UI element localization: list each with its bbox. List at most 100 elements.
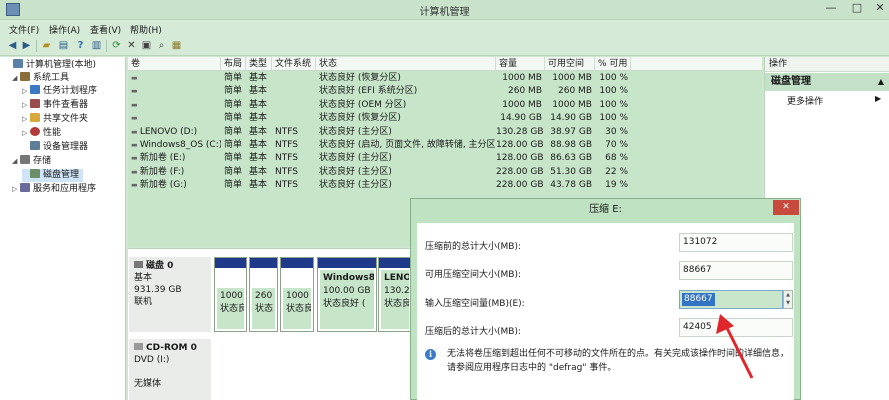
device-manager-icon (30, 141, 40, 150)
refresh-icon[interactable]: ⟳ (110, 39, 123, 52)
table-row[interactable]: ▬ 新加卷 (F:) 简单 基本 NTFS 状态良好 (主分区) 228.00 GB 51.… (128, 166, 762, 179)
dialog-close-button[interactable]: ✕ (773, 200, 799, 215)
cell-type: 基本 (249, 86, 268, 97)
menu-action[interactable]: 操作(A) (49, 23, 80, 36)
properties-icon[interactable]: ▣ (140, 39, 153, 52)
cell-percent-free: 100 % (599, 73, 628, 83)
column-header-filesystem[interactable]: 文件系统 (272, 57, 316, 71)
expand-icon[interactable]: ▷ (22, 99, 30, 112)
cell-percent-free: 100 % (599, 113, 628, 124)
column-header-volume[interactable]: 卷 (128, 57, 221, 71)
volume-name: 新加卷 (F:) (139, 166, 185, 177)
collapse-up-icon[interactable]: ▲ (878, 73, 884, 91)
cell-free-space: 88.98 GB (550, 140, 592, 150)
expand-icon[interactable]: ▷ (22, 127, 30, 140)
table-row[interactable]: ▬ 简单 基本 状态良好 (恢复分区) 1000 MB 1000 MB 100 % (128, 72, 762, 85)
cell-filesystem (272, 99, 316, 112)
disk-0-title: 磁盘 0 (146, 261, 174, 271)
column-header-free-space[interactable]: 可用空间 (545, 57, 595, 71)
tree-item-services-applications[interactable]: ▷ 服务和应用程序 (12, 183, 96, 196)
column-header-type[interactable]: 类型 (246, 57, 272, 71)
delete-icon[interactable]: ✕ (125, 39, 138, 52)
column-header-percent-free[interactable]: % 可用 (595, 57, 631, 71)
cell-percent-free: 68 % (605, 153, 628, 164)
partition-bar (250, 258, 277, 268)
help-icon[interactable]: ? (74, 39, 87, 52)
disk-0-type: 基本 (134, 273, 153, 283)
tree-item-disk-management[interactable]: 磁盘管理 (22, 169, 84, 182)
cell-capacity: 14.90 GB (500, 113, 542, 124)
cell-status: 状态良好 (主分区) (319, 180, 392, 191)
cell-layout: 简单 (224, 140, 243, 150)
tree-item-system-tools[interactable]: ◢ 系统工具 (12, 72, 69, 85)
event-viewer-icon (30, 99, 40, 108)
volume-name: 新加卷 (E:) (139, 153, 186, 164)
settings-icon[interactable]: ▦ (170, 39, 183, 52)
expand-icon[interactable]: ▷ (22, 113, 30, 126)
table-row[interactable]: ▬ 简单 基本 状态良好 (恢复分区) 14.90 GB 14.90 GB 100 % (128, 112, 762, 125)
disk-icon (134, 261, 143, 268)
column-header-capacity[interactable]: 容量 (496, 57, 545, 71)
partition-bar (215, 258, 246, 268)
search-icon[interactable]: ⌕ (155, 39, 168, 52)
partition-size: 260 I (255, 291, 275, 301)
action-section-disk-management[interactable]: 磁盘管理 ▲ (765, 73, 889, 91)
disk-0-partition-oem[interactable]: 1000 N 状态良 (280, 257, 314, 332)
cell-filesystem: NTFS (275, 153, 298, 164)
table-row[interactable]: ▬ 新加卷 (G:) 简单 基本 NTFS 状态良好 (主分区) 228.00 GB 43.… (128, 179, 762, 192)
up-folder-icon[interactable]: ▰ (40, 39, 53, 52)
spin-up-icon[interactable]: ▲ (784, 291, 792, 299)
spin-down-icon[interactable]: ▼ (784, 299, 792, 307)
column-header-status[interactable]: 状态 (316, 57, 496, 71)
disk-0-info[interactable]: 磁盘 0 基本 931.39 GB 联机 (129, 257, 211, 332)
menu-view[interactable]: 查看(V) (90, 23, 121, 36)
cell-filesystem: NTFS (275, 140, 298, 150)
forward-icon[interactable]: ▶ (20, 39, 33, 52)
cdrom-0-info[interactable]: CD-ROM 0 DVD (I:) 无媒体 (129, 339, 211, 400)
shrink-amount-value: 88667 (682, 293, 715, 306)
expand-icon[interactable]: ▷ (22, 85, 30, 98)
cell-type: 基本 (249, 113, 268, 124)
tree-item-label: 任务计划程序 (43, 86, 98, 96)
menu-bar: 文件(F) 操作(A) 查看(V) 帮助(H) (0, 20, 889, 37)
table-row[interactable]: ▬ LENOVO (D:) 简单 基本 NTFS 状态良好 (主分区) 130.28 GB… (128, 126, 762, 139)
tree-item-shared-folders[interactable]: ▷ 共享文件夹 (22, 113, 88, 126)
tree-item-label: 磁盘管理 (43, 170, 80, 180)
tree-item-label: 存储 (33, 156, 52, 166)
cell-type: 基本 (249, 180, 268, 191)
tree-item-device-manager[interactable]: 设备管理器 (22, 141, 88, 154)
disk-0-partition-recovery[interactable]: 1000 N 状态良 (214, 257, 247, 332)
partition-status: 状态良 (220, 304, 244, 314)
collapse-icon[interactable]: ◢ (12, 155, 20, 168)
cell-status: 状态良好 (恢复分区) (319, 73, 401, 83)
volume-icon: ▬ (131, 167, 140, 176)
console-icon[interactable]: ▥ (90, 39, 103, 52)
disk-0-partition-lenovo[interactable]: LENOV 130.28 状态良 (378, 257, 412, 332)
show-hide-tree-icon[interactable]: ▤ (57, 39, 70, 52)
close-icon[interactable]: ✕ (866, 0, 889, 18)
menu-help[interactable]: 帮助(H) (130, 23, 162, 36)
collapse-icon[interactable]: ◢ (12, 72, 20, 85)
tree-item-computer-management[interactable]: 计算机管理(本地) (5, 59, 96, 72)
shrink-amount-spinner[interactable]: ▲ ▼ (783, 290, 793, 309)
disk-0-partition-windows[interactable]: Windows8_ 100.00 GB 状态良好 ( (317, 257, 377, 332)
more-actions-link[interactable]: 更多操作 (787, 94, 823, 107)
shrink-amount-input[interactable]: 88667 (679, 290, 783, 309)
chevron-right-icon[interactable]: ▶ (875, 94, 881, 103)
column-header-layout[interactable]: 布局 (221, 57, 246, 71)
tree-item-storage[interactable]: ◢ 存储 (12, 155, 51, 168)
menu-file[interactable]: 文件(F) (9, 23, 39, 36)
back-icon[interactable]: ◀ (6, 39, 19, 52)
disk-0-partition-efi[interactable]: 260 I 状态 (249, 257, 278, 332)
table-row[interactable]: ▬ Windows8_OS (C:) 简单 基本 NTFS 状态良好 (启动, 页面文件… (128, 139, 762, 152)
tree-item-event-viewer[interactable]: ▷ 事件查看器 (22, 99, 88, 112)
tree-item-task-scheduler[interactable]: ▷ 任务计划程序 (22, 85, 97, 98)
tools-icon (20, 72, 30, 81)
tree-item-performance[interactable]: ▷ 性能 (22, 127, 61, 140)
table-row[interactable]: ▬ 新加卷 (E:) 简单 基本 NTFS 状态良好 (主分区) 128.00 GB 86.… (128, 152, 762, 165)
table-row[interactable]: ▬ 简单 基本 状态良好 (OEM 分区) 1000 MB 1000 MB 100 % (128, 99, 762, 112)
minimize-icon[interactable]: — (817, 0, 845, 18)
expand-icon[interactable]: ▷ (12, 183, 20, 196)
partition-size: 1000 N (220, 291, 244, 301)
table-row[interactable]: ▬ 简单 基本 状态良好 (EFI 系统分区) 260 MB 260 MB 100 % (128, 85, 762, 98)
